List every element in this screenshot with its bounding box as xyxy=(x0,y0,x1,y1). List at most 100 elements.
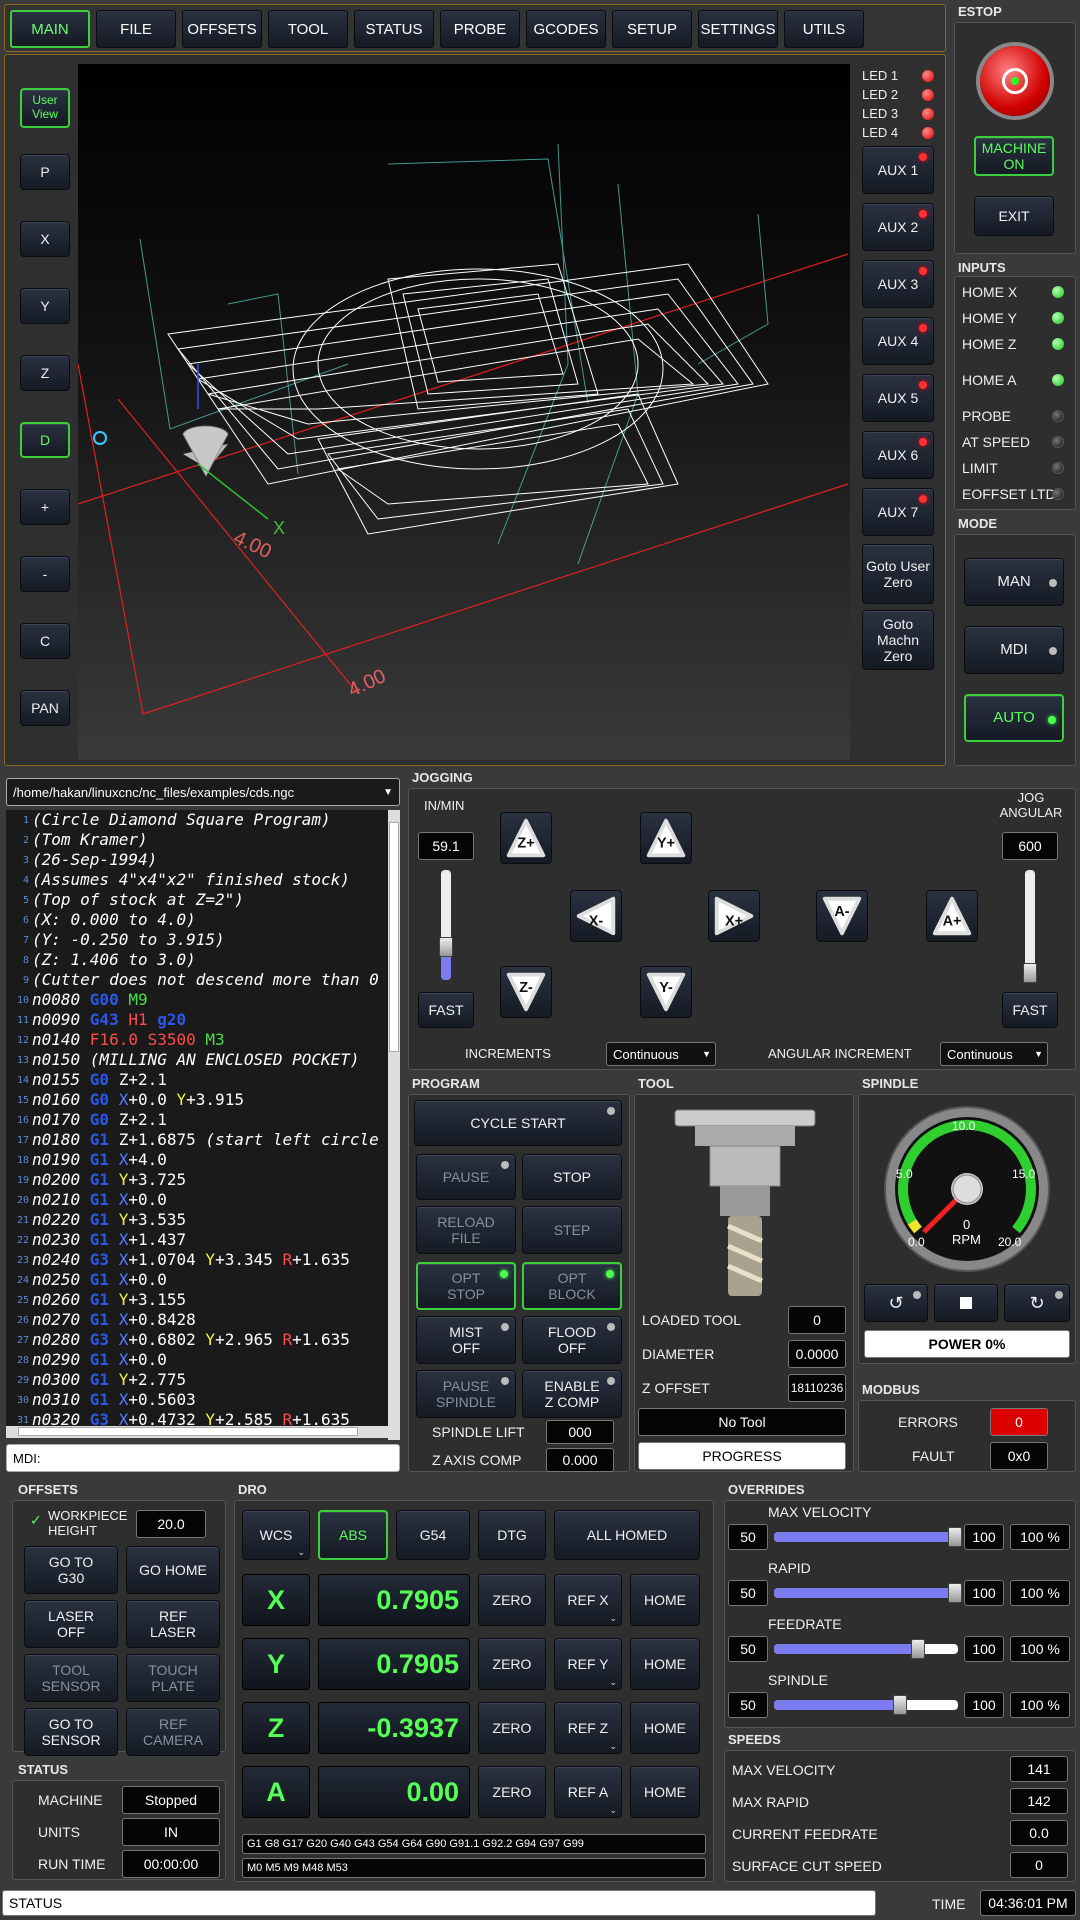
offset-button-ref-camera[interactable]: REF CAMERA xyxy=(126,1708,220,1756)
code-line[interactable]: 26 n0270 G1 X+0.8428 xyxy=(6,1310,400,1330)
code-line[interactable]: 14 n0155 G0 Z+2.1 xyxy=(6,1070,400,1090)
code-line[interactable]: 23 n0240 G3 X+1.0704 Y+3.345 R+1.635 xyxy=(6,1250,400,1270)
view-button-p[interactable]: P xyxy=(20,154,70,190)
code-line[interactable]: 5 (Top of stock at Z=2") xyxy=(6,890,400,910)
zero-y-button[interactable]: ZERO xyxy=(478,1638,546,1690)
override-knob[interactable] xyxy=(893,1695,907,1715)
code-line[interactable]: 15 n0160 G0 X+0.0 Y+3.915 xyxy=(6,1090,400,1110)
code-line[interactable]: 21 n0220 G1 Y+3.535 xyxy=(6,1210,400,1230)
offset-button-go-to-g30[interactable]: GO TO G30 xyxy=(24,1546,118,1594)
aux-button-7[interactable]: AUX 7 xyxy=(862,488,934,536)
ref-a-button[interactable]: REF A ⌄ xyxy=(554,1766,622,1818)
code-line[interactable]: 4 (Assumes 4"x4"x2" finished stock) xyxy=(6,870,400,890)
dtg-button[interactable]: DTG xyxy=(478,1510,546,1560)
goto-machn-zero-button[interactable]: Goto Machn Zero xyxy=(862,610,934,670)
mode-man-button[interactable]: MAN xyxy=(964,558,1064,606)
override-knob[interactable] xyxy=(948,1527,962,1547)
zero-x-button[interactable]: ZERO xyxy=(478,1574,546,1626)
linear-fast-button[interactable]: FAST xyxy=(418,992,474,1028)
goto-user-zero-button[interactable]: Goto User Zero xyxy=(862,544,934,604)
view-button-[interactable]: - xyxy=(20,556,70,592)
tab-settings[interactable]: SETTINGS xyxy=(698,10,778,48)
mode-auto-button[interactable]: AUTO xyxy=(964,694,1064,742)
jog-a-minus-button[interactable]: A- xyxy=(816,890,868,942)
view-button-[interactable]: + xyxy=(20,489,70,525)
jog-z-plus-button[interactable]: Z+ xyxy=(500,812,552,864)
jog-x-plus-button[interactable]: X+ xyxy=(708,890,760,942)
offset-button-ref-laser[interactable]: REF LASER xyxy=(126,1600,220,1648)
offset-button-go-home[interactable]: GO HOME xyxy=(126,1546,220,1594)
code-line[interactable]: 7 (Y: -0.250 to 3.915) xyxy=(6,930,400,950)
code-line[interactable]: 6 (X: 0.000 to 4.0) xyxy=(6,910,400,930)
code-line[interactable]: 16 n0170 G0 Z+2.1 xyxy=(6,1110,400,1130)
offset-button-touch-plate[interactable]: TOUCH PLATE xyxy=(126,1654,220,1702)
tab-tool[interactable]: TOOL xyxy=(268,10,348,48)
code-line[interactable]: 1 (Circle Diamond Square Program) xyxy=(6,810,400,830)
view-button-c[interactable]: C xyxy=(20,623,70,659)
offset-button-laser-off[interactable]: LASER OFF xyxy=(24,1600,118,1648)
ref-y-button[interactable]: REF Y ⌄ xyxy=(554,1638,622,1690)
gcode-listing[interactable]: 1 (Circle Diamond Square Program) 2 (Tom Kr… xyxy=(6,810,400,1426)
zero-a-button[interactable]: ZERO xyxy=(478,1766,546,1818)
step-button[interactable]: STEP xyxy=(522,1206,622,1254)
view-button-pan[interactable]: PAN xyxy=(20,690,70,726)
jog-y-plus-button[interactable]: Y+ xyxy=(640,812,692,864)
aux-button-4[interactable]: AUX 4 xyxy=(862,317,934,365)
flood-off-button[interactable]: FLOOD OFF xyxy=(522,1316,622,1364)
code-line[interactable]: 31 n0320 G3 X+0.4732 Y+2.585 R+1.635 xyxy=(6,1410,400,1426)
stop-button[interactable]: STOP xyxy=(522,1154,622,1200)
code-line[interactable]: 29 n0300 G1 Y+2.775 xyxy=(6,1370,400,1390)
ref-x-button[interactable]: REF X ⌄ xyxy=(554,1574,622,1626)
pause-spindle-button[interactable]: PAUSE SPINDLE xyxy=(416,1370,516,1418)
tab-utils[interactable]: UTILS xyxy=(784,10,864,48)
gcode-preview[interactable]: 4.00 4.00 X xyxy=(78,64,850,760)
view-button-y[interactable]: Y xyxy=(20,288,70,324)
offset-button-go-to-sensor[interactable]: GO TO SENSOR xyxy=(24,1708,118,1756)
code-line[interactable]: 28 n0290 G1 X+0.0 xyxy=(6,1350,400,1370)
view-button-x[interactable]: X xyxy=(20,221,70,257)
code-line[interactable]: 13 n0150 (MILLING AN ENCLOSED POCKET) xyxy=(6,1050,400,1070)
estop-button[interactable] xyxy=(980,46,1050,116)
code-line[interactable]: 18 n0190 G1 X+4.0 xyxy=(6,1150,400,1170)
code-line[interactable]: 3 (26-Sep-1994) xyxy=(6,850,400,870)
spindle-reverse-button[interactable]: ↺ xyxy=(864,1284,928,1322)
tab-probe[interactable]: PROBE xyxy=(440,10,520,48)
angular-fast-button[interactable]: FAST xyxy=(1002,992,1058,1028)
code-line[interactable]: 20 n0210 G1 X+0.0 xyxy=(6,1190,400,1210)
code-line[interactable]: 17 n0180 G1 Z+1.6875 (start left circle xyxy=(6,1130,400,1150)
mdi-input[interactable]: MDI: xyxy=(6,1444,400,1472)
machine-on-button[interactable]: MACHINE ON xyxy=(974,136,1054,176)
home-z-button[interactable]: HOME xyxy=(630,1702,700,1754)
code-line[interactable]: 25 n0260 G1 Y+3.155 xyxy=(6,1290,400,1310)
tab-main[interactable]: MAIN xyxy=(10,10,90,48)
view-button-z[interactable]: Z xyxy=(20,355,70,391)
enable-z-comp-button[interactable]: ENABLE Z COMP xyxy=(522,1370,622,1418)
view-button-user-view[interactable]: User View xyxy=(20,88,70,128)
file-path-selector[interactable]: /home/hakan/linuxcnc/nc_files/examples/c… xyxy=(6,778,400,806)
g54-button[interactable]: G54 xyxy=(396,1510,470,1560)
home-a-button[interactable]: HOME xyxy=(630,1766,700,1818)
code-line[interactable]: 22 n0230 G1 X+1.437 xyxy=(6,1230,400,1250)
code-hscrollbar[interactable] xyxy=(6,1426,388,1438)
jog-z-minus-button[interactable]: Z- xyxy=(500,966,552,1018)
code-line[interactable]: 9 (Cutter does not descend more than 0 xyxy=(6,970,400,990)
jog-a-plus-button[interactable]: A+ xyxy=(926,890,978,942)
code-scrollbar[interactable] xyxy=(388,810,400,1440)
home-x-button[interactable]: HOME xyxy=(630,1574,700,1626)
aux-button-1[interactable]: AUX 1 xyxy=(862,146,934,194)
angular-jog-knob[interactable] xyxy=(1023,963,1037,984)
override-knob[interactable] xyxy=(911,1639,925,1659)
home-y-button[interactable]: HOME xyxy=(630,1638,700,1690)
all-homed-button[interactable]: ALL HOMED xyxy=(554,1510,700,1560)
code-line[interactable]: 27 n0280 G3 X+0.6802 Y+2.965 R+1.635 xyxy=(6,1330,400,1350)
mode-mdi-button[interactable]: MDI xyxy=(964,626,1064,674)
tab-setup[interactable]: SETUP xyxy=(612,10,692,48)
aux-button-2[interactable]: AUX 2 xyxy=(862,203,934,251)
code-line[interactable]: 11 n0090 G43 H1 g20 xyxy=(6,1010,400,1030)
mist-off-button[interactable]: MIST OFF xyxy=(416,1316,516,1364)
jog-x-minus-button[interactable]: X- xyxy=(570,890,622,942)
override-knob[interactable] xyxy=(948,1583,962,1603)
cycle-start-button[interactable]: CYCLE START xyxy=(414,1100,622,1146)
spindle-stop-button[interactable] xyxy=(934,1284,998,1322)
code-line[interactable]: 2 (Tom Kramer) xyxy=(6,830,400,850)
